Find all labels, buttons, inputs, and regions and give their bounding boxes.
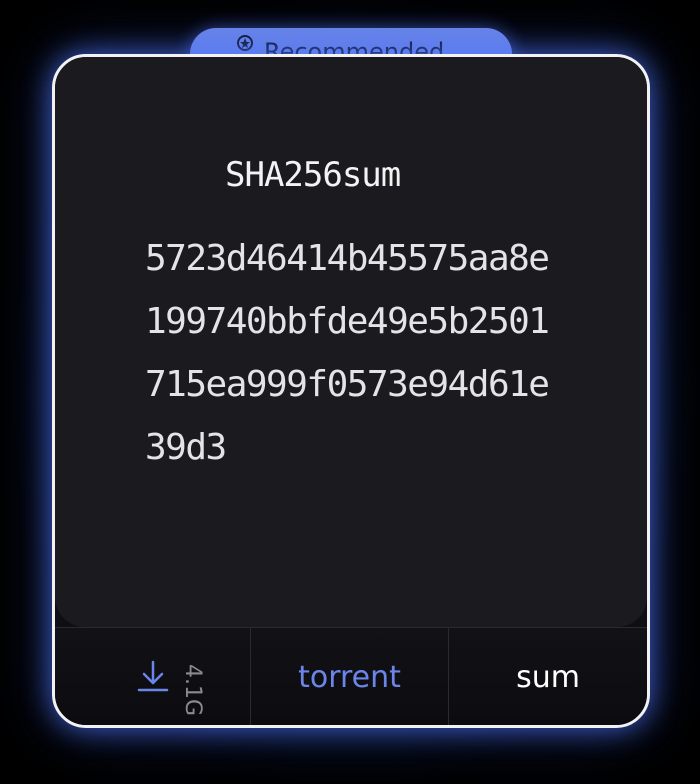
- download-icon: [137, 660, 169, 692]
- checksum-value: 5723d46414b45575aa8e199740bbfde49e5b2501…: [145, 238, 550, 468]
- torrent-button[interactable]: torrent: [251, 628, 449, 725]
- download-button[interactable]: 4.1G: [55, 628, 251, 725]
- card-footer: 4.1G torrent sum: [55, 627, 647, 725]
- badge-icon: [237, 35, 253, 51]
- sum-label: sum: [516, 659, 580, 695]
- checksum-panel: SHA256sum 5723d46414b45575aa8e199740bbfd…: [55, 57, 647, 627]
- sum-button[interactable]: sum: [449, 628, 647, 725]
- checksum-title: SHA256sum: [225, 155, 401, 195]
- download-card: SHA256sum 5723d46414b45575aa8e199740bbfd…: [52, 54, 650, 728]
- file-size: 4.1G: [180, 664, 205, 717]
- torrent-label: torrent: [298, 659, 401, 695]
